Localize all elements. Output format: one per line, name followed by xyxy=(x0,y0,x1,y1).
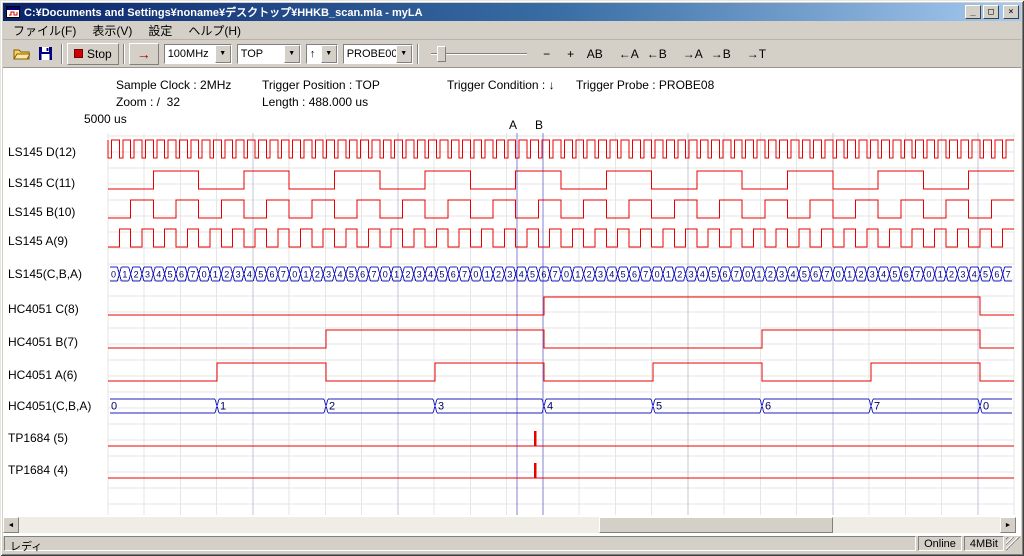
maximize-button[interactable]: □ xyxy=(983,5,999,19)
ab-button[interactable]: AB xyxy=(583,43,607,65)
zoom-slider[interactable] xyxy=(429,44,529,64)
waveform-client-area xyxy=(3,68,1021,536)
trigger-condition-info: Trigger Condition : ↓ xyxy=(447,78,555,92)
trigger-edge-combobox[interactable]: ↑ ▼ xyxy=(306,44,338,64)
menu-view[interactable]: 表示(V) xyxy=(84,20,140,41)
goto-trigger-button[interactable]: →T xyxy=(743,43,770,65)
stop-icon xyxy=(74,49,83,58)
zoom-in-button[interactable]: + xyxy=(559,43,583,65)
open-folder-icon xyxy=(13,47,30,60)
toolbar-separator xyxy=(61,44,63,64)
timebase-label: 5000 us xyxy=(84,112,127,126)
trigger-probe-value: PROBE00 xyxy=(344,45,396,63)
stop-button[interactable]: Stop xyxy=(67,43,119,65)
set-marker-a-button[interactable]: →A xyxy=(679,43,707,65)
status-message: レディ xyxy=(4,536,916,551)
dropdown-arrow-icon[interactable]: ▼ xyxy=(321,45,337,63)
scroll-left-button[interactable]: ◄ xyxy=(3,517,19,533)
zoom-info: Zoom : / 32 xyxy=(116,95,180,109)
trigger-position-value: TOP xyxy=(238,45,284,63)
toolbar-separator xyxy=(417,44,419,64)
goto-marker-a-button[interactable]: ←A xyxy=(615,43,643,65)
dropdown-arrow-icon[interactable]: ▼ xyxy=(284,45,300,63)
close-button[interactable]: × xyxy=(1003,5,1019,19)
zoom-slider-thumb[interactable] xyxy=(437,46,446,62)
sample-clock-combobox[interactable]: 100MHz ▼ xyxy=(164,44,232,64)
menu-help[interactable]: ヘルプ(H) xyxy=(180,20,249,41)
menu-file[interactable]: ファイル(F) xyxy=(5,20,84,41)
toolbar-separator xyxy=(123,44,125,64)
statusbar: レディ Online 4MBit xyxy=(3,535,1021,553)
stop-label: Stop xyxy=(87,47,112,61)
trigger-edge-value: ↑ xyxy=(307,45,321,63)
status-online-badge: Online xyxy=(918,536,962,551)
run-button[interactable]: → xyxy=(129,43,159,65)
dropdown-arrow-icon[interactable]: ▼ xyxy=(396,45,412,63)
trigger-position-combobox[interactable]: TOP ▼ xyxy=(237,44,301,64)
trigger-probe-combobox[interactable]: PROBE00 ▼ xyxy=(343,44,413,64)
goto-marker-b-button[interactable]: ←B xyxy=(643,43,671,65)
resize-grip[interactable] xyxy=(1006,537,1020,551)
status-memory-badge: 4MBit xyxy=(964,536,1004,551)
save-file-button[interactable] xyxy=(33,43,57,65)
sample-clock-value: 100MHz xyxy=(165,45,215,63)
trigger-position-info: Trigger Position : TOP xyxy=(262,78,380,92)
zoom-out-button[interactable]: − xyxy=(535,43,559,65)
scroll-right-button[interactable]: ► xyxy=(1000,517,1016,533)
toolbar: Stop → 100MHz ▼ TOP ▼ ↑ ▼ PROBE00 ▼ − + … xyxy=(3,40,1021,68)
app-icon xyxy=(6,5,20,19)
open-file-button[interactable] xyxy=(9,43,33,65)
dropdown-arrow-icon[interactable]: ▼ xyxy=(215,45,231,63)
sample-clock-info: Sample Clock : 2MHz xyxy=(116,78,231,92)
scrollbar-thumb[interactable] xyxy=(599,517,833,533)
app-window: C:¥Documents and Settings¥noname¥デスクトップ¥… xyxy=(0,0,1024,556)
horizontal-scrollbar[interactable]: ◄ ► xyxy=(3,517,1016,533)
length-info: Length : 488.000 us xyxy=(262,95,368,109)
menubar: ファイル(F) 表示(V) 設定 ヘルプ(H) xyxy=(3,21,1021,40)
minimize-button[interactable]: _ xyxy=(965,5,981,19)
scrollbar-track[interactable] xyxy=(19,517,1000,533)
set-marker-b-button[interactable]: →B xyxy=(707,43,735,65)
window-title: C:¥Documents and Settings¥noname¥デスクトップ¥… xyxy=(24,4,965,20)
trigger-probe-info: Trigger Probe : PROBE08 xyxy=(576,78,714,92)
menu-settings[interactable]: 設定 xyxy=(140,20,180,41)
floppy-icon xyxy=(39,47,52,60)
titlebar: C:¥Documents and Settings¥noname¥デスクトップ¥… xyxy=(3,3,1021,21)
